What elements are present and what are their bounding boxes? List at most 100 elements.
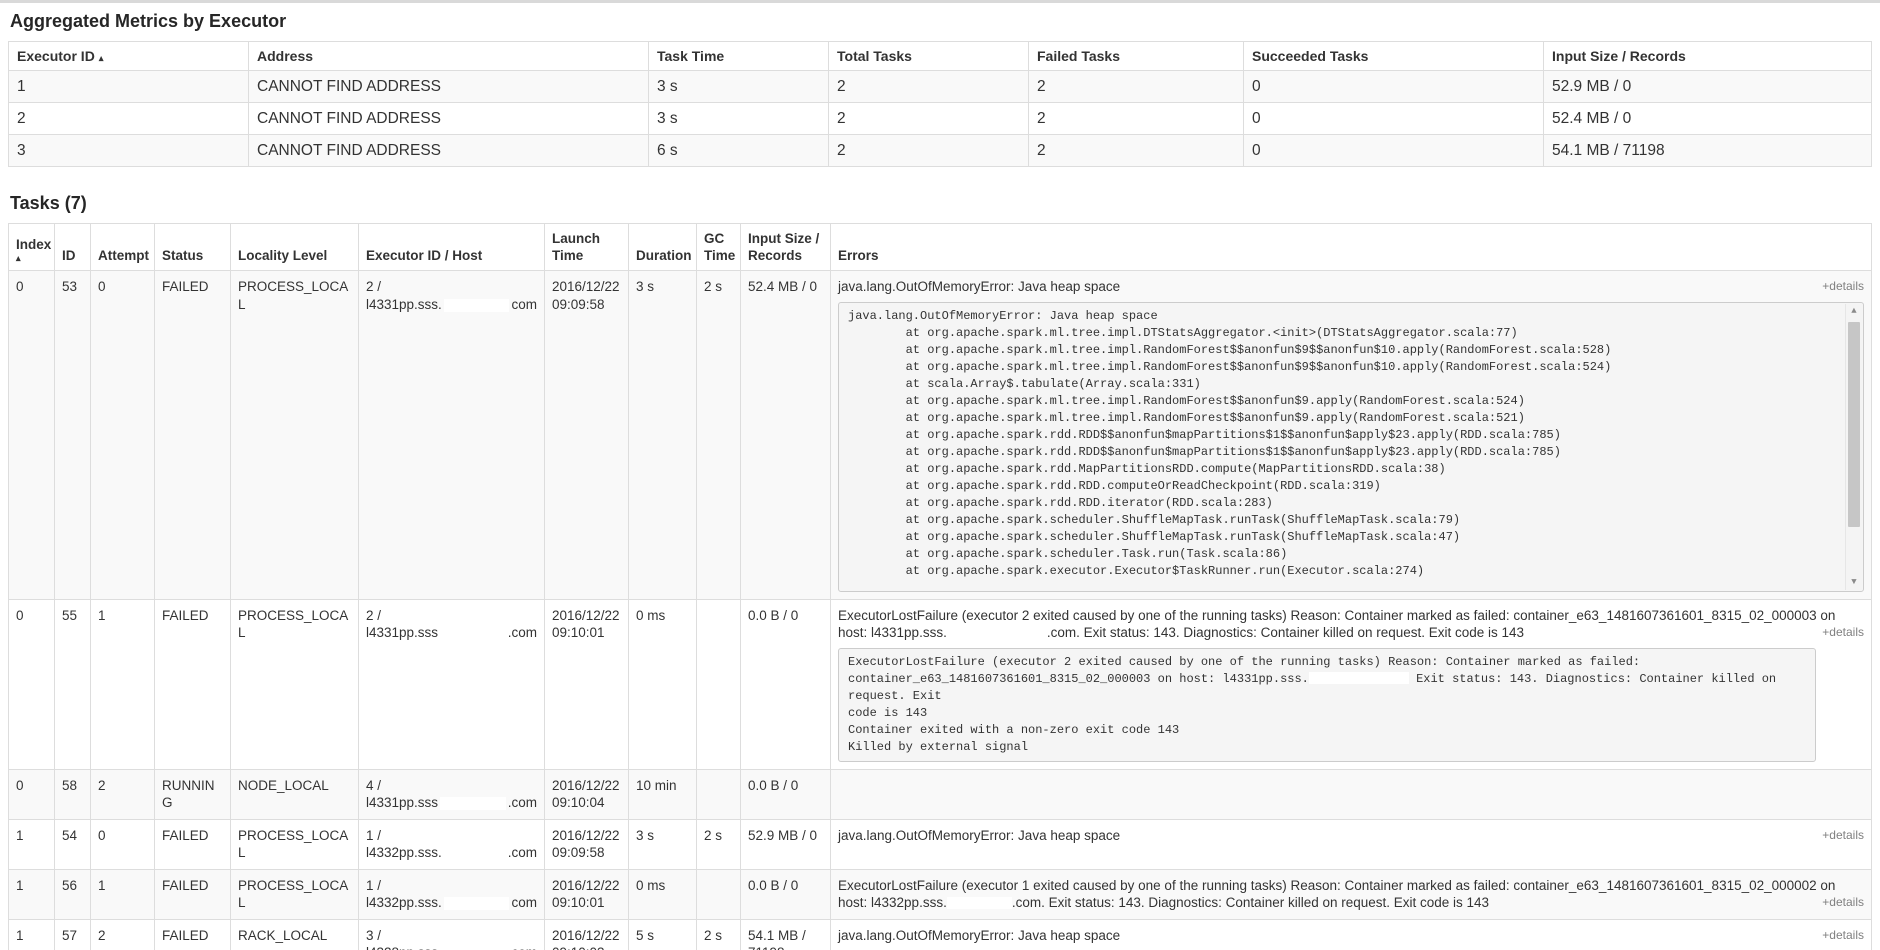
tasks-title: Tasks (7) [10, 193, 87, 213]
task-cell-gc: 2 s [696, 818, 741, 870]
scroll-up-icon[interactable]: ▲ [1846, 304, 1862, 319]
task-cell-launch: 2016/12/22 09:09:58 [544, 818, 629, 870]
executor-cell: 3 [8, 134, 249, 167]
executor-id-text: 1 / [366, 877, 382, 893]
details-toggle[interactable]: +details [1822, 927, 1864, 943]
executor-cell: 2 [8, 102, 249, 135]
executor-cell: 2 [1028, 70, 1244, 103]
task-cell-duration: 5 s [628, 918, 697, 950]
tasks-col-header-launch-time[interactable]: Launch Time [544, 223, 629, 271]
task-cell-attempt: 0 [90, 270, 155, 600]
tasks-col-header-duration[interactable]: Duration [628, 223, 697, 271]
tasks-col-header-id[interactable]: ID [54, 223, 91, 271]
tasks-col-header-status[interactable]: Status [154, 223, 231, 271]
task-cell-gc [696, 768, 741, 820]
executor-col-header-succeeded-tasks[interactable]: Succeeded Tasks [1243, 41, 1544, 71]
task-cell-attempt: 1 [90, 598, 155, 770]
task-cell-launch: 2016/12/22 09:10:04 [544, 768, 629, 820]
tasks-col-header-executor-id-host[interactable]: Executor ID / Host [358, 223, 545, 271]
host-suffix: com [511, 296, 537, 312]
executor-col-header-address[interactable]: Address [248, 41, 649, 71]
host-suffix: .com [507, 625, 537, 640]
task-cell-duration: 10 min [628, 768, 697, 820]
executor-cell: 3 s [648, 70, 829, 103]
details-scrollbar[interactable]: ▲ ▼ [1845, 303, 1862, 590]
tasks-col-header-gc-time[interactable]: GC Time [696, 223, 741, 271]
redacted-host-segment [443, 298, 510, 312]
host-name-line: l4331pp.sss .com [366, 624, 537, 642]
task-cell-status: FAILED [154, 918, 231, 950]
executor-col-header-task-time[interactable]: Task Time [648, 41, 829, 71]
task-cell-id: 58 [54, 768, 91, 820]
details-toggle[interactable]: +details [1822, 827, 1864, 843]
host-name-line: l4331pp.sss .com [366, 794, 537, 812]
details-toggle[interactable]: +details [1822, 278, 1864, 294]
page: Aggregated Metrics by Executor Executor … [0, 0, 1880, 950]
host-suffix: .com [507, 795, 537, 810]
task-cell-attempt: 0 [90, 818, 155, 870]
scrollbar-thumb[interactable] [1848, 321, 1860, 527]
tasks-col-header-locality-level[interactable]: Locality Level [230, 223, 359, 271]
executor-col-header-input-size-records[interactable]: Input Size / Records [1543, 41, 1872, 71]
task-cell-locality: PROCESS_LOCAL [230, 868, 359, 920]
task-cell-launch: 2016/12/22 09:09:58 [544, 270, 629, 600]
tasks-col-header-index[interactable]: Index ▴ [8, 223, 55, 271]
task-cell-input: 52.4 MB / 0 [740, 270, 831, 600]
tasks-table-header-row: Index ▴ ID Attempt Status Locality Level Execu… [8, 223, 1872, 271]
task-cell-id: 56 [54, 868, 91, 920]
details-toggle[interactable]: +details [1822, 894, 1864, 910]
executor-id-text: 1 / [366, 827, 382, 843]
executor-cell: 52.9 MB / 0 [1543, 70, 1872, 103]
host-prefix: l4331pp.sss [366, 625, 439, 640]
executor-id-text: 2 / [366, 279, 382, 294]
scroll-down-icon[interactable]: ▼ [1846, 575, 1862, 590]
executor-table-row: 2 CANNOT FIND ADDRESS 3 s 2 2 0 52.4 MB / 0 [8, 102, 1872, 135]
host-name-line: l4332pp.sss. .com [366, 844, 537, 862]
executor-cell: 2 [1028, 102, 1244, 135]
host-prefix: l4331pp.sss [366, 795, 439, 810]
redacted-host-segment [443, 847, 506, 860]
task-cell-index: 1 [8, 868, 55, 920]
executor-cell: 2 [828, 70, 1029, 103]
task-cell-launch: 2016/12/22 09:10:01 [544, 868, 629, 920]
executor-col-header-failed-tasks[interactable]: Failed Tasks [1028, 41, 1244, 71]
task-cell-executor-host: 2 / l4331pp.sss. com [358, 270, 545, 600]
details-toggle[interactable]: +details [1822, 624, 1864, 640]
error-summary: java.lang.OutOfMemoryError: Java heap sp… [838, 279, 1121, 294]
task-cell-input: 54.1 MB / 71198 [740, 918, 831, 950]
task-cell-input: 52.9 MB / 0 [740, 818, 831, 870]
host-suffix: .com [508, 944, 537, 950]
tasks-col-header-errors[interactable]: Errors [830, 223, 1872, 271]
executor-cell: 3 s [648, 102, 829, 135]
task-cell-gc [696, 598, 741, 770]
task-cell-id: 55 [54, 598, 91, 770]
host-prefix: l4328pp.sss. [366, 944, 442, 950]
error-summary: java.lang.OutOfMemoryError: Java heap sp… [838, 827, 1121, 843]
error-summary: java.lang.OutOfMemoryError: Java heap sp… [838, 927, 1121, 943]
tasks-col-header-input-size-records[interactable]: Input Size / Records [740, 223, 831, 271]
task-row: 0 55 1 FAILED PROCESS_LOCAL 2 / l4331pp.sss .co… [8, 598, 1872, 770]
tasks-col-header-attempt[interactable]: Attempt [90, 223, 155, 271]
executor-col-header-total-tasks[interactable]: Total Tasks [828, 41, 1029, 71]
task-cell-duration: 3 s [628, 270, 697, 600]
host-suffix: .com [507, 845, 537, 860]
redacted-host-segment [440, 797, 506, 810]
sort-asc-icon: ▴ [16, 253, 21, 263]
task-cell-attempt: 1 [90, 868, 155, 920]
redacted-host-segment [443, 897, 510, 910]
error-details-box: java.lang.OutOfMemoryError: Java heap sp… [838, 301, 1864, 592]
task-cell-gc [696, 868, 741, 920]
task-cell-locality: PROCESS_LOCAL [230, 598, 359, 770]
task-cell-attempt: 2 [90, 768, 155, 820]
task-cell-errors: ExecutorLostFailure (executor 1 exited c… [830, 868, 1872, 920]
task-cell-gc: 2 s [696, 270, 741, 600]
task-cell-id: 54 [54, 818, 91, 870]
error-summary: ExecutorLostFailure (executor 1 exited c… [838, 877, 1836, 911]
error-summary: ExecutorLostFailure (executor 2 exited c… [838, 607, 1836, 641]
task-cell-status: FAILED [154, 868, 231, 920]
redacted-text [946, 897, 1012, 910]
executor-col-header-executor-id[interactable]: Executor ID ▴ [8, 41, 249, 71]
task-cell-input: 0.0 B / 0 [740, 768, 831, 820]
task-cell-index: 0 [8, 598, 55, 770]
task-cell-executor-host: 3 /l4328pp.sss. .com [358, 918, 545, 950]
